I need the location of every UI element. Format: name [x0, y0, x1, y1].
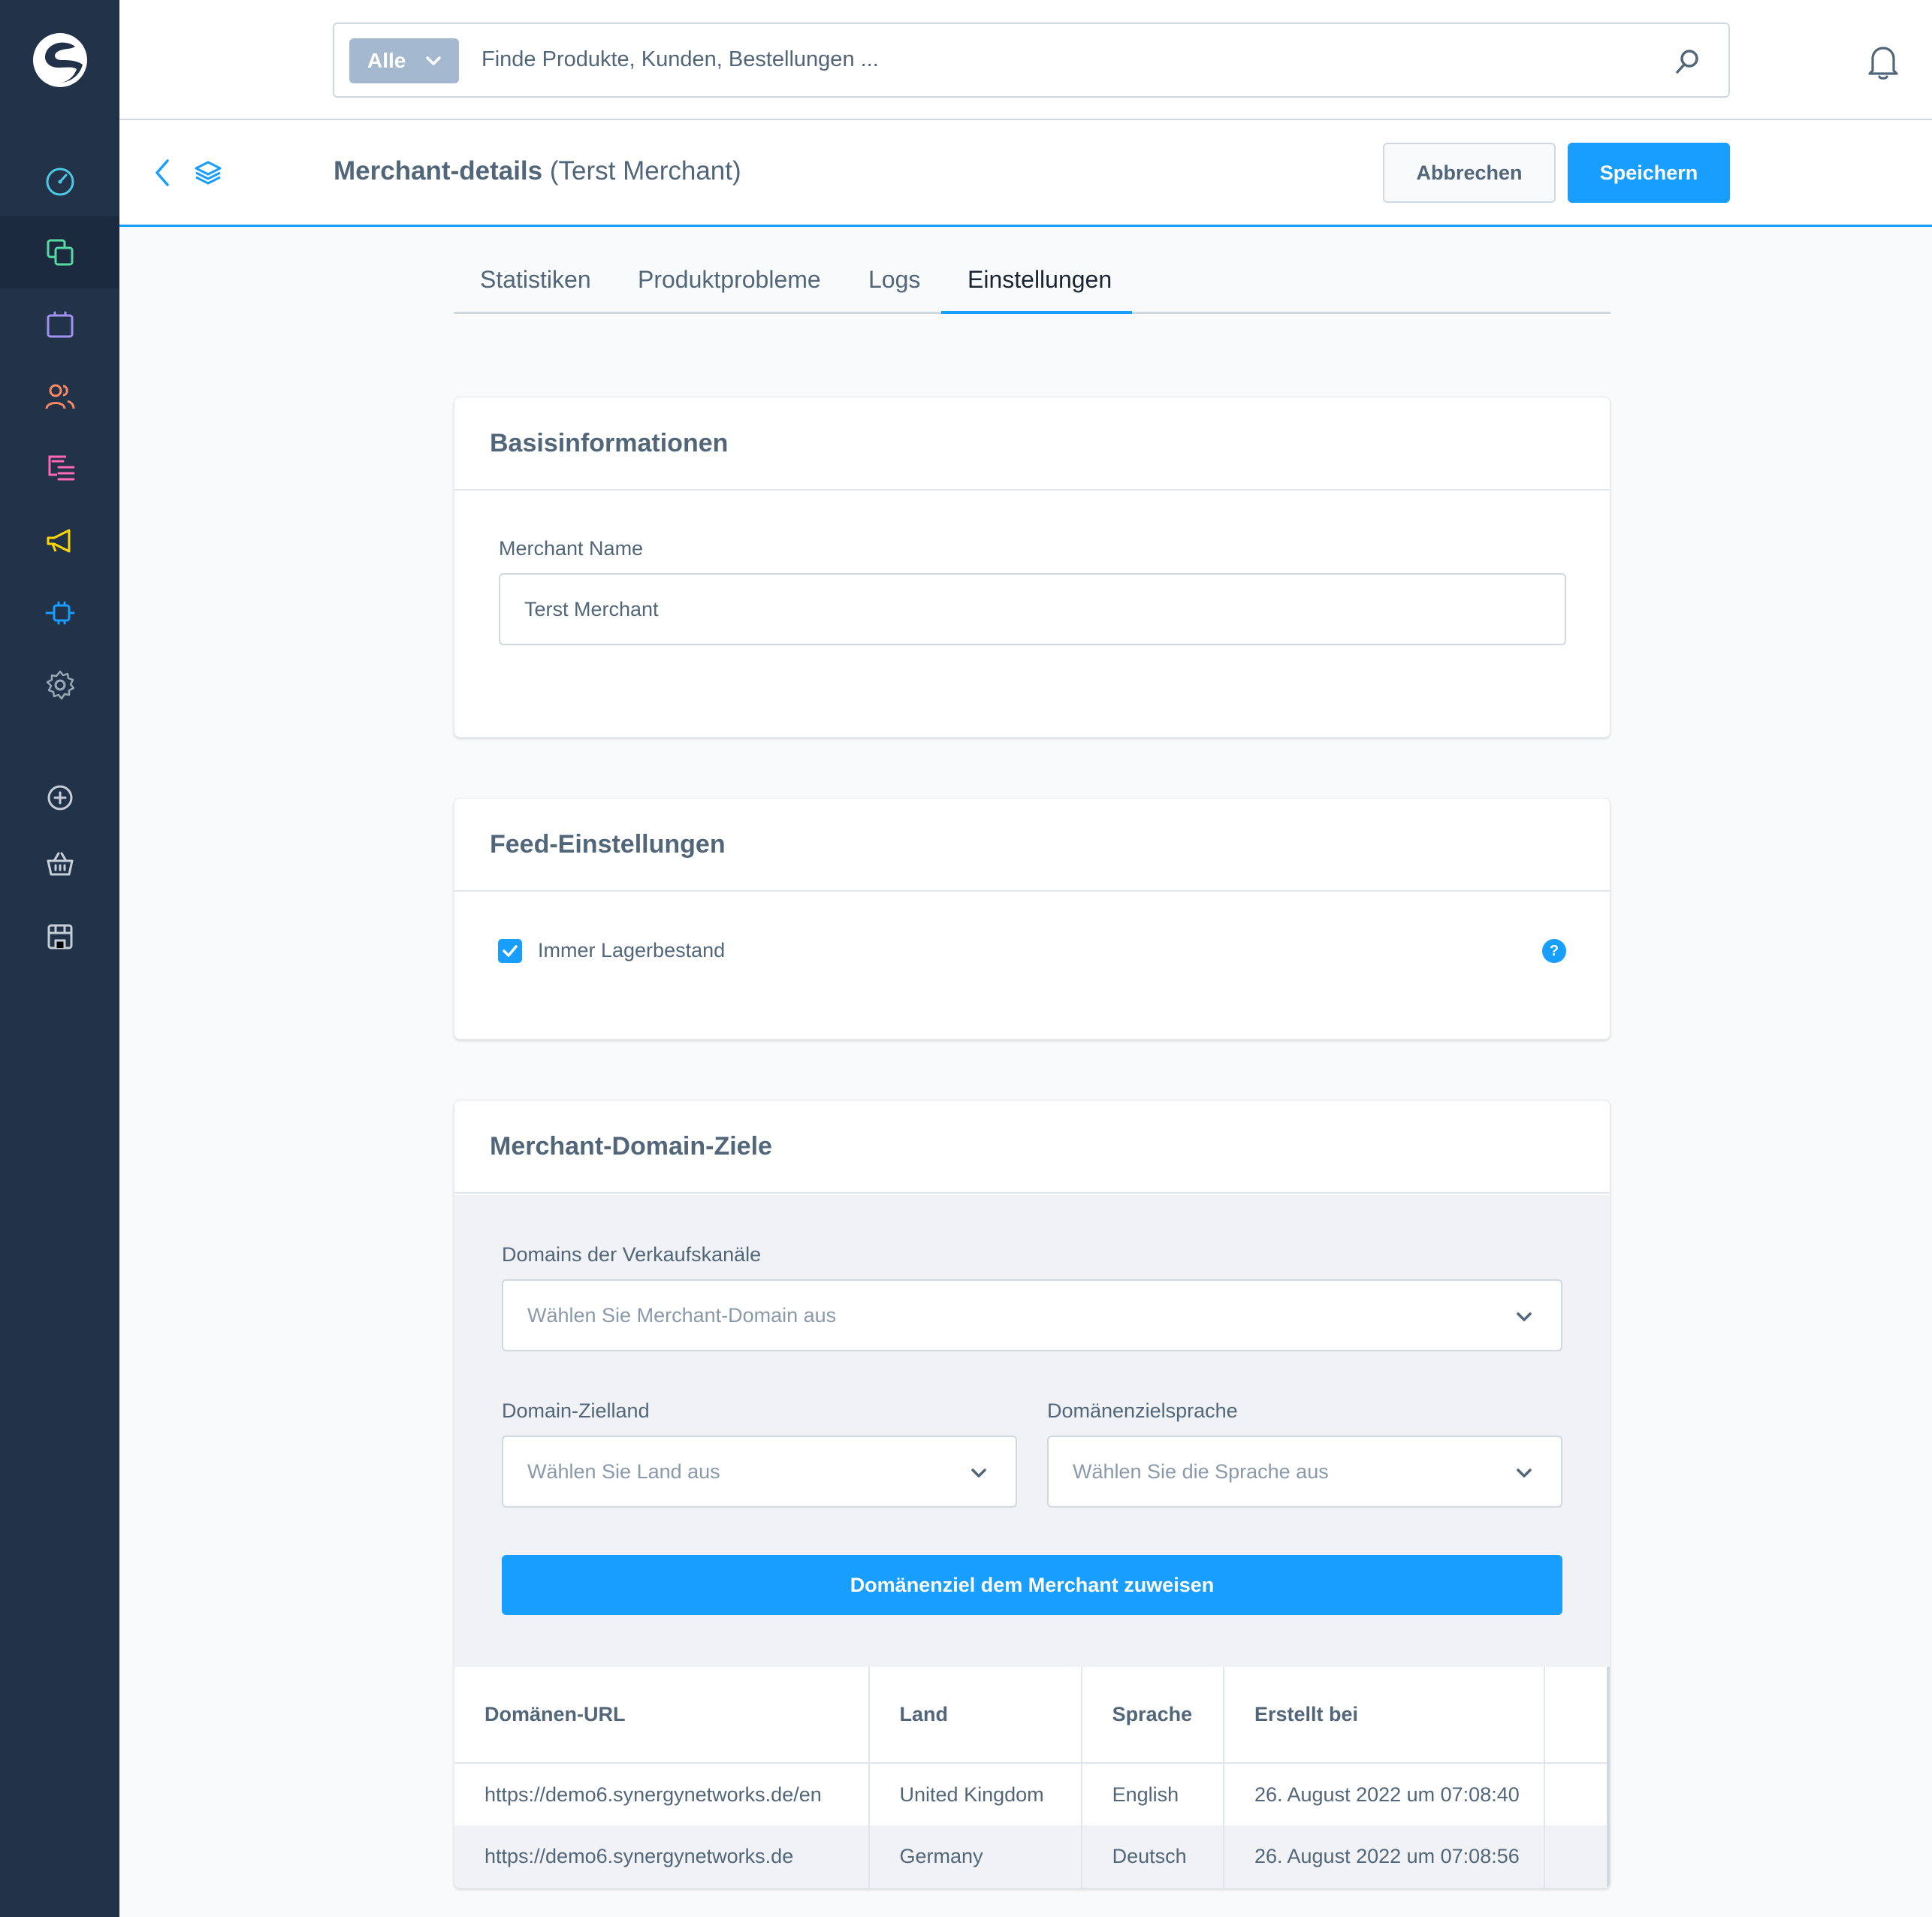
chevron-down-icon: [426, 56, 442, 65]
customers-icon: [45, 384, 74, 409]
chevron-down-icon: [971, 1469, 986, 1478]
language-select[interactable]: Wählen Sie die Sprache aus: [1047, 1435, 1562, 1508]
column-header-country[interactable]: Land: [868, 1667, 1082, 1764]
nav-customers[interactable]: [0, 361, 119, 433]
country-label: Domain-Zielland: [502, 1399, 650, 1422]
column-header-created[interactable]: Erstellt bei: [1223, 1667, 1545, 1764]
basis-card-title: Basisinformationen: [490, 428, 729, 457]
nav-catalog[interactable]: [0, 216, 119, 288]
cell-url: https://demo6.synergynetworks.de: [454, 1825, 870, 1888]
feed-card-header: Feed-Einstellungen: [454, 798, 1610, 892]
tab-statistiken[interactable]: Statistiken: [480, 266, 591, 314]
table-header-row: Domänen-URL Land Sprache Erstellt bei: [454, 1667, 1610, 1764]
domains-card: Merchant-Domain-Ziele Domains der Verkau…: [454, 1100, 1611, 1888]
help-icon[interactable]: ?: [1542, 939, 1566, 963]
tab-bar: Statistiken Produktprobleme Logs Einstel…: [454, 255, 1611, 314]
add-channel-icon: [47, 785, 72, 811]
cell-created: 26. August 2022 um 07:08:40: [1223, 1763, 1545, 1825]
cell-country: Germany: [868, 1825, 1082, 1888]
cell-created: 26. August 2022 um 07:08:56: [1223, 1825, 1545, 1888]
channel-domain-label: Domains der Verkaufskanäle: [502, 1243, 762, 1266]
language-label: Domänenzielsprache: [1047, 1399, 1238, 1422]
search-icon[interactable]: [1673, 47, 1703, 77]
smart-bar: Merchant-details (Terst Merchant) Abbrec…: [119, 120, 1932, 227]
assign-domain-button[interactable]: Domänenziel dem Merchant zuweisen: [502, 1555, 1562, 1615]
settings-icon: [46, 670, 74, 700]
content-icon: [48, 455, 74, 481]
nav-storefront[interactable]: [0, 828, 119, 900]
active-tab-indicator: [941, 311, 1132, 314]
search-type-label: Alle: [367, 49, 406, 72]
search-input[interactable]: Finde Produkte, Kunden, Bestellungen ...: [481, 47, 879, 72]
nav-add-channel[interactable]: [0, 762, 119, 834]
column-header-language[interactable]: Sprache: [1081, 1667, 1224, 1764]
column-header-actions: [1544, 1667, 1610, 1764]
chevron-down-icon: [1517, 1469, 1532, 1478]
tab-produktprobleme[interactable]: Produktprobleme: [638, 266, 821, 314]
cell-language: English: [1081, 1763, 1224, 1825]
table-row: https://demo6.synergynetworks.de/en Unit…: [454, 1763, 1610, 1825]
top-bar: Alle Finde Produkte, Kunden, Bestellunge…: [119, 0, 1932, 120]
nav-dashboard[interactable]: [0, 144, 119, 216]
page-title-subtitle: (Terst Merchant): [549, 156, 741, 186]
page-title-main: Merchant-details: [334, 156, 543, 186]
cell-language: Deutsch: [1081, 1825, 1224, 1888]
language-placeholder: Wählen Sie die Sprache aus: [1073, 1460, 1329, 1483]
extensions-icon: [45, 601, 74, 625]
nav-orders[interactable]: [0, 288, 119, 361]
notification-bell-icon[interactable]: [1864, 42, 1903, 81]
shopware-logo-icon[interactable]: [32, 32, 89, 89]
country-placeholder: Wählen Sie Land aus: [527, 1460, 720, 1483]
always-stock-checkbox[interactable]: [498, 939, 522, 963]
marketing-icon: [47, 529, 70, 553]
back-arrow-icon[interactable]: [149, 158, 177, 188]
table-row: https://demo6.synergynetworks.de Germany…: [454, 1825, 1610, 1888]
basis-card: Basisinformationen Merchant Name Terst M…: [454, 397, 1611, 738]
shop-icon: [47, 924, 72, 949]
storefront-basket-icon: [47, 852, 73, 876]
catalog-icon: [47, 239, 73, 266]
checkmark-icon: [503, 945, 518, 957]
sidebar: [0, 0, 119, 1917]
country-select[interactable]: Wählen Sie Land aus: [502, 1435, 1017, 1508]
nav-shop[interactable]: [0, 900, 119, 972]
tab-einstellungen[interactable]: Einstellungen: [968, 266, 1112, 314]
always-stock-label: Immer Lagerbestand: [538, 939, 726, 962]
nav-marketing[interactable]: [0, 505, 119, 577]
cell-country: United Kingdom: [868, 1763, 1082, 1825]
basis-card-header: Basisinformationen: [454, 397, 1610, 491]
merchant-name-input[interactable]: Terst Merchant: [499, 573, 1566, 645]
channel-domain-select[interactable]: Wählen Sie Merchant-Domain aus: [502, 1279, 1562, 1351]
nav-settings[interactable]: [0, 649, 119, 721]
domains-card-header: Merchant-Domain-Ziele: [454, 1100, 1610, 1194]
tab-logs[interactable]: Logs: [868, 266, 920, 314]
feed-card-title: Feed-Einstellungen: [490, 829, 726, 859]
page-title: Merchant-details (Terst Merchant): [334, 156, 741, 186]
column-header-url[interactable]: Domänen-URL: [454, 1667, 870, 1764]
channel-domain-placeholder: Wählen Sie Merchant-Domain aus: [527, 1303, 837, 1327]
domain-table: Domänen-URL Land Sprache Erstellt bei ht…: [454, 1667, 1610, 1888]
cancel-button[interactable]: Abbrechen: [1383, 143, 1556, 203]
orders-icon: [47, 311, 73, 338]
search-type-select[interactable]: Alle: [349, 38, 459, 83]
chevron-down-icon: [1517, 1312, 1532, 1321]
layers-icon: [195, 161, 222, 185]
save-button[interactable]: Speichern: [1568, 143, 1730, 203]
feed-card: Feed-Einstellungen Immer Lagerbestand ?: [454, 798, 1611, 1040]
dashboard-icon: [46, 168, 74, 196]
global-search[interactable]: Alle Finde Produkte, Kunden, Bestellunge…: [333, 23, 1730, 98]
domains-card-title: Merchant-Domain-Ziele: [490, 1131, 772, 1161]
cell-actions[interactable]: [1544, 1825, 1610, 1888]
merchant-name-label: Merchant Name: [499, 537, 644, 560]
nav-extensions[interactable]: [0, 577, 119, 649]
cell-actions[interactable]: [1544, 1763, 1610, 1825]
cell-url: https://demo6.synergynetworks.de/en: [454, 1763, 870, 1825]
nav-content[interactable]: [0, 433, 119, 505]
